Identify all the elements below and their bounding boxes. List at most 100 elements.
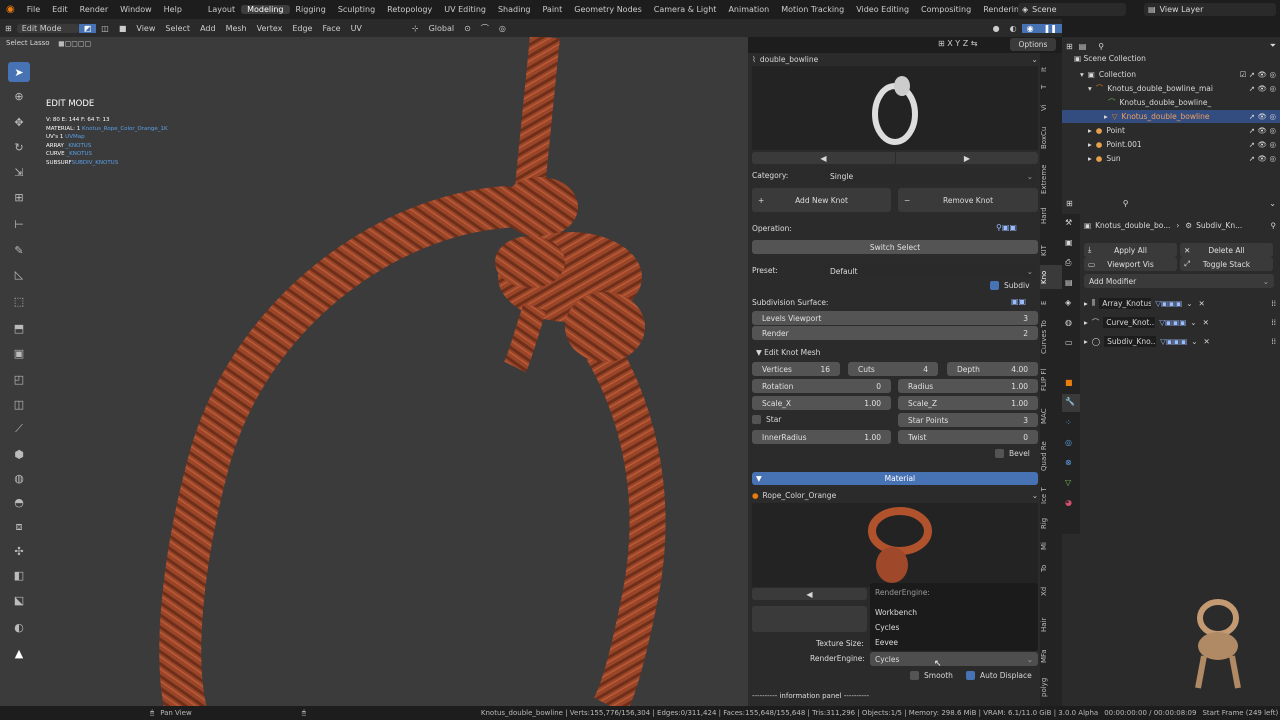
add-knot-button[interactable]: + Add New Knot bbox=[752, 188, 891, 212]
modifier-toggle-icons[interactable]: ▽▣▣▣ bbox=[1160, 337, 1187, 346]
tab-layout[interactable]: Layout bbox=[202, 5, 241, 14]
star-points-field[interactable]: Star Points 3 bbox=[898, 413, 1038, 427]
annotate-tool-icon[interactable]: ⊢ bbox=[8, 214, 30, 234]
inner-radius-field[interactable]: InnerRadius 1.00 bbox=[752, 430, 891, 444]
menu-vertex[interactable]: Vertex bbox=[252, 24, 288, 33]
select-tool-icon[interactable]: ➤ bbox=[8, 62, 30, 82]
3d-viewport[interactable]: Select Lasso ◼◻◻◻◻ EDIT MODE V: 80 E: 14… bbox=[0, 37, 748, 706]
visibility-icons[interactable]: ➚ 👁 ◎ bbox=[1249, 84, 1276, 93]
vertices-field[interactable]: Vertices 16 bbox=[752, 362, 840, 376]
tab-rigging[interactable]: Rigging bbox=[290, 5, 332, 14]
close-icon[interactable]: ✕ bbox=[1204, 337, 1210, 346]
scale-tool-icon[interactable]: ⇲ bbox=[8, 162, 30, 182]
cursor-tool-icon[interactable]: ⊕ bbox=[8, 86, 30, 106]
outliner-row-point-001[interactable]: ▸ ● Point.001 ➚ 👁 ◎ bbox=[1088, 138, 1276, 151]
tab-paint[interactable]: Paint bbox=[536, 5, 568, 14]
viewport-shading-material-icon[interactable]: ◐ bbox=[1005, 24, 1022, 33]
outliner-row-point[interactable]: ▸ ● Point ➚ 👁 ◎ bbox=[1088, 124, 1276, 137]
scale-z-field[interactable]: Scale_Z 1.00 bbox=[898, 396, 1038, 410]
tab-to[interactable]: To bbox=[1040, 561, 1062, 575]
mirror-axes[interactable]: ⊞ X Y Z ⇆ bbox=[938, 39, 977, 48]
tab-hair[interactable]: Hair bbox=[1040, 615, 1062, 635]
outliner-row-sun[interactable]: ▸ ● Sun ➚ 👁 ◎ bbox=[1088, 152, 1276, 165]
smooth-tool-icon[interactable]: ◓ bbox=[8, 492, 30, 512]
rotate-tool-icon[interactable]: ↻ bbox=[8, 137, 30, 157]
scale-x-field[interactable]: Scale_X 1.00 bbox=[752, 396, 891, 410]
category-dropdown[interactable]: Single bbox=[825, 169, 1038, 183]
tab-polygon[interactable]: polyg bbox=[1040, 675, 1062, 699]
blender-logo-icon[interactable]: ◉ bbox=[0, 4, 21, 15]
visibility-icons[interactable]: ➚ 👁 ◎ bbox=[1249, 126, 1276, 135]
physics-tab-icon[interactable]: ◎ bbox=[1065, 438, 1072, 447]
tab-geometry-nodes[interactable]: Geometry Nodes bbox=[568, 5, 647, 14]
face-select-icon[interactable]: ■ bbox=[114, 24, 132, 33]
object-name[interactable]: Knotus_double_bo... bbox=[1095, 221, 1170, 230]
vertex-select-icon[interactable]: ◩ bbox=[78, 23, 97, 33]
constraints-tab-icon[interactable]: ⊗ bbox=[1065, 458, 1072, 467]
option-workbench[interactable]: Workbench bbox=[875, 608, 917, 617]
menu-file[interactable]: File bbox=[21, 5, 46, 14]
select-mode-icons[interactable]: ◼◻◻◻◻ bbox=[58, 39, 91, 48]
tab-uv-editing[interactable]: UV Editing bbox=[438, 5, 492, 14]
tab-modeling[interactable]: Modeling bbox=[241, 5, 290, 14]
drag-handle-icon[interactable]: ⁞⁞ bbox=[1271, 299, 1276, 308]
render-tab-icon[interactable]: ▣ bbox=[1065, 238, 1073, 247]
tab-mi[interactable]: Mi bbox=[1040, 539, 1062, 553]
prev-material-button[interactable]: ◀ bbox=[752, 588, 867, 600]
scene-tab-icon[interactable]: ◈ bbox=[1065, 298, 1071, 307]
knot-name-row[interactable]: ⌇ double_bowline ⌄ bbox=[752, 53, 1038, 65]
toggle-stack-button[interactable]: ⤢ Toggle Stack bbox=[1180, 257, 1273, 271]
tab-mfa[interactable]: MFa bbox=[1040, 647, 1062, 665]
modifier-curve[interactable]: ▸ ⌒ Curve_Knot... ▽▣▣▣ ⌄ ✕ ⁞⁞ bbox=[1084, 315, 1276, 329]
bevel-checkbox[interactable]: Bevel bbox=[995, 449, 1030, 458]
render-engine-dropdown[interactable]: Cycles bbox=[870, 652, 1038, 666]
transform-orientation-icon[interactable]: ⊹ bbox=[407, 24, 424, 33]
bevel-tool-icon[interactable]: ◰ bbox=[8, 369, 30, 389]
tab-animation[interactable]: Animation bbox=[722, 5, 775, 14]
visibility-icons[interactable]: ➚ 👁 ◎ bbox=[1249, 112, 1276, 121]
view-layer-tab-icon[interactable]: ▤ bbox=[1065, 278, 1073, 287]
spin-tool-icon[interactable]: ◍ bbox=[8, 468, 30, 488]
operation-mode-icons[interactable]: ⚲▣▣ bbox=[996, 223, 1017, 232]
tab-sculpting[interactable]: Sculpting bbox=[332, 5, 381, 14]
orientation-selector[interactable]: Global bbox=[424, 24, 460, 33]
tab-rig[interactable]: Rig bbox=[1040, 515, 1062, 531]
add-cube-tool-icon[interactable]: ⬚ bbox=[8, 291, 30, 311]
subdiv-checkbox[interactable]: Subdiv bbox=[990, 281, 1030, 290]
proportional-icon[interactable]: ◎ bbox=[494, 24, 511, 33]
material-apply-button[interactable] bbox=[752, 606, 867, 632]
viewport-shading-rendered-icon[interactable]: ◉ bbox=[1021, 23, 1039, 33]
tab-compositing[interactable]: Compositing bbox=[915, 5, 977, 14]
draw-tool-icon[interactable]: ✎ bbox=[8, 240, 30, 260]
tab-xd[interactable]: Xd bbox=[1040, 583, 1062, 599]
prev-knot-button[interactable]: ◀ bbox=[752, 152, 895, 164]
shear-tool-icon[interactable]: ◧ bbox=[8, 565, 30, 585]
move-tool-icon[interactable]: ✥ bbox=[8, 112, 30, 132]
menu-mesh[interactable]: Mesh bbox=[221, 24, 252, 33]
shrink-tool-icon[interactable]: ✣ bbox=[8, 541, 30, 561]
visibility-icons[interactable]: ➚ 👁 ◎ bbox=[1249, 140, 1276, 149]
tool-tab-icon[interactable]: ⚒ bbox=[1065, 218, 1072, 227]
tab-retopology[interactable]: Retopology bbox=[381, 5, 438, 14]
chevron-down-icon[interactable]: ⌄ bbox=[1191, 337, 1197, 346]
sphere-tool-icon[interactable]: ◐ bbox=[8, 617, 30, 637]
editor-type-icon[interactable]: ⊞ bbox=[1066, 42, 1073, 51]
tab-camera-light[interactable]: Camera & Light bbox=[648, 5, 723, 14]
menu-select[interactable]: Select bbox=[160, 24, 195, 33]
menu-add[interactable]: Add bbox=[195, 24, 221, 33]
depth-field[interactable]: Depth 4.00 bbox=[947, 362, 1038, 376]
tab-motion-tracking[interactable]: Motion Tracking bbox=[775, 5, 850, 14]
chevron-down-icon[interactable]: ⌄ bbox=[1190, 318, 1196, 327]
object-tab-icon[interactable]: ■ bbox=[1065, 378, 1073, 387]
world-tab-icon[interactable]: ◍ bbox=[1065, 318, 1072, 327]
tab-kit[interactable]: KIT bbox=[1040, 243, 1062, 259]
switch-select-button[interactable]: Switch Select bbox=[752, 240, 1038, 254]
particles-tab-icon[interactable]: ⁘ bbox=[1065, 418, 1072, 427]
add-modifier-dropdown[interactable]: Add Modifier bbox=[1084, 274, 1274, 288]
tab-view[interactable]: Vi bbox=[1040, 101, 1062, 115]
edge-slide-tool-icon[interactable]: ⧈ bbox=[8, 517, 30, 537]
poly-build-tool-icon[interactable]: ⬢ bbox=[8, 444, 30, 464]
modifier-array[interactable]: ▸ ⫼ Array_Knotus ▽▣▣▣ ⌄ ✕ ⁞⁞ bbox=[1084, 296, 1276, 310]
modifier-toggle-icons[interactable]: ▽▣▣▣ bbox=[1159, 318, 1186, 327]
outliner-row-collection[interactable]: ▾ ▣ Collection ☑ ➚ 👁 ◎ bbox=[1080, 68, 1276, 81]
